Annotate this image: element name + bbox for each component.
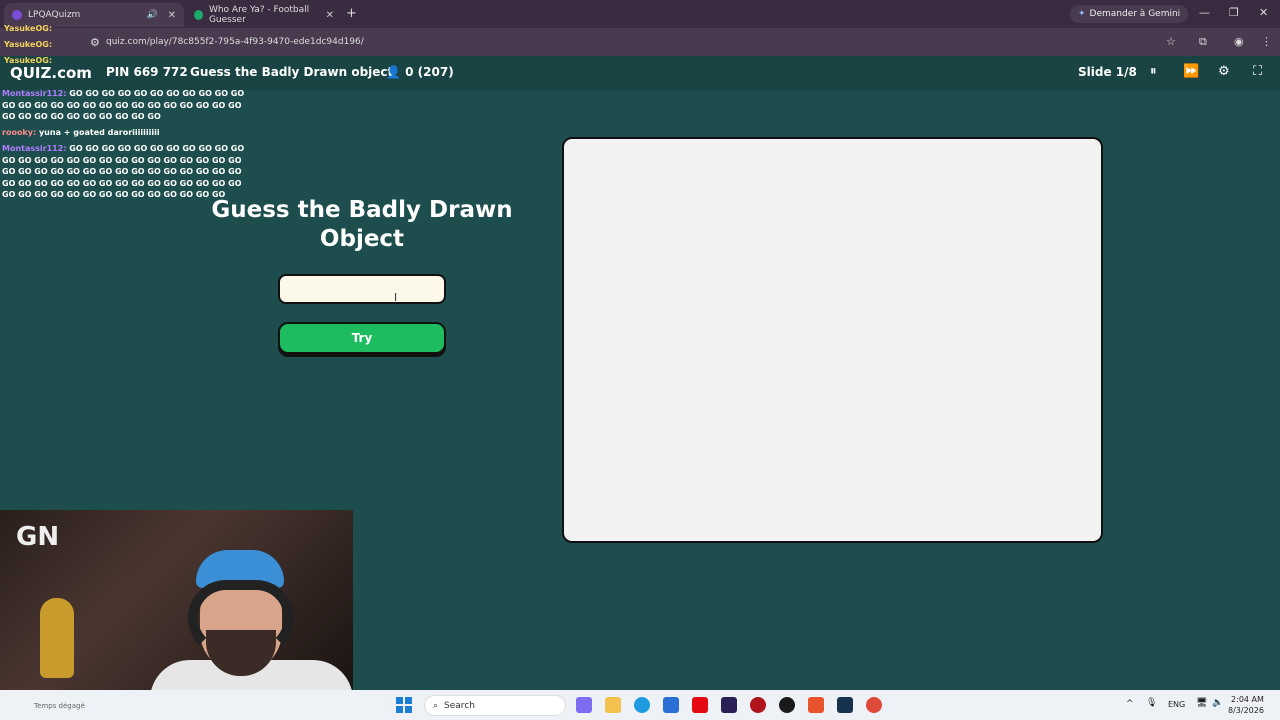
extensions-icon[interactable]: ⧉: [1199, 35, 1207, 49]
try-button[interactable]: Try: [278, 322, 446, 354]
network-icon[interactable]: 🖥: [1196, 698, 1207, 708]
chat-text: yuna + goated daroriiiiiiiiii: [38, 128, 160, 137]
photoshop-icon[interactable]: [721, 697, 737, 713]
tray-chevron-icon[interactable]: ^: [1126, 699, 1134, 709]
quiz-header: QUIZ.com PIN 669 772 Guess the Badly Dra…: [0, 56, 1280, 90]
chat-username: roooky:: [2, 128, 37, 137]
chat-top-user: YasukeOG:: [4, 56, 53, 65]
drawing-canvas: [562, 137, 1103, 543]
webcam-overlay: GN: [0, 510, 353, 690]
taskbar-clock[interactable]: 2:04 AM 8/3/2026: [1228, 694, 1264, 716]
gemini-button[interactable]: ✦ Demander à Gemini: [1070, 5, 1189, 23]
fullscreen-icon[interactable]: ⛶: [1253, 64, 1262, 79]
new-tab-button[interactable]: +: [346, 6, 357, 21]
question-heading: Guess the Badly Drawn Object: [211, 197, 513, 252]
clock-time: 2:04 AM: [1231, 695, 1264, 704]
game-pin: PIN 669 772: [106, 65, 188, 79]
headset-image: [188, 580, 294, 656]
chrome-icon[interactable]: [866, 697, 882, 713]
slide-counter: Slide 1/8: [1078, 65, 1137, 79]
upwork-icon[interactable]: [779, 697, 795, 713]
microphone-icon[interactable]: 🎙: [1146, 698, 1157, 708]
chat-username: Montassir112:: [2, 144, 67, 153]
close-tab-icon[interactable]: ✕: [168, 10, 176, 21]
search-label: Search: [444, 700, 475, 711]
url-text: quiz.com/play/78c855f2-795a-4f93-9470-ed…: [106, 37, 364, 47]
search-icon: ⌕: [433, 700, 439, 711]
close-tab-icon[interactable]: ✕: [326, 10, 334, 21]
chat-message: roooky: yuna + goated daroriiiiiiiiii: [2, 127, 250, 139]
taskbar-search[interactable]: ⌕ Search: [424, 695, 566, 716]
brave-icon[interactable]: [808, 697, 824, 713]
edge-icon[interactable]: [634, 697, 650, 713]
store-icon[interactable]: [663, 697, 679, 713]
quiz-logo[interactable]: QUIZ.com: [10, 64, 92, 82]
quiz-title: Guess the Badly Drawn object: [190, 65, 394, 79]
browser-tab-bar: LPQAQuizm 🔊 ✕ Who Are Ya? - Football Gue…: [0, 0, 1280, 28]
player-count: 👤 0 (207): [386, 65, 454, 79]
chat-message: Montassir112: GO GO GO GO GO GO GO GO GO…: [2, 88, 250, 123]
text-cursor-icon: I: [394, 291, 398, 304]
player-count-value: 0 (207): [405, 65, 454, 79]
speaker-icon[interactable]: 🔊: [147, 10, 158, 20]
chat-message: Montassir112: GO GO GO GO GO GO GO GO GO…: [2, 143, 250, 201]
tab-favicon: [12, 10, 22, 20]
minimize-icon[interactable]: —: [1199, 6, 1210, 19]
tab-football-guesser[interactable]: Who Are Ya? - Football Guesser ✕: [186, 3, 342, 27]
language-indicator[interactable]: ENG: [1168, 700, 1185, 709]
trophy-image: [40, 598, 74, 678]
settings-gear-icon[interactable]: ⚙: [1218, 64, 1230, 79]
gemini-label: Demander à Gemini: [1089, 9, 1181, 19]
site-info-icon[interactable]: ⚙: [90, 36, 100, 49]
volume-icon[interactable]: 🔈: [1212, 698, 1223, 708]
clock-date: 8/3/2026: [1228, 706, 1264, 715]
file-explorer-icon[interactable]: [605, 697, 621, 713]
netflix-icon[interactable]: [692, 697, 708, 713]
pause-icon[interactable]: ⏸: [1150, 64, 1157, 79]
streamer-logo: GN: [16, 522, 60, 552]
start-menu-icon[interactable]: [396, 697, 412, 713]
gemini-icon: ✦: [1078, 9, 1086, 19]
copilot-icon[interactable]: [576, 697, 592, 713]
chat-top-user: YasukeOG:: [4, 40, 53, 49]
person-icon: 👤: [386, 65, 401, 79]
restore-icon[interactable]: ❐: [1229, 6, 1239, 19]
tab-favicon: [194, 10, 203, 20]
answer-input[interactable]: [278, 274, 446, 304]
address-bar: ⚙ quiz.com/play/78c855f2-795a-4f93-9470-…: [0, 28, 1280, 56]
bookmark-star-icon[interactable]: ☆: [1166, 35, 1176, 48]
url-field[interactable]: ⚙ quiz.com/play/78c855f2-795a-4f93-9470-…: [88, 33, 1148, 51]
chat-top-user: YasukeOG:: [4, 24, 53, 33]
tab-label: LPQAQuizm: [28, 10, 81, 20]
chat-username: Montassir112:: [2, 89, 67, 98]
windows-taskbar: Temps dégagé ⌕ Search ^ 🎙 ENG 🖥 🔈 2:04 A…: [0, 690, 1280, 720]
profile-avatar-icon[interactable]: ◉: [1234, 35, 1244, 48]
app-icon[interactable]: [750, 697, 766, 713]
menu-kebab-icon[interactable]: ⋮: [1261, 35, 1272, 48]
tab-label: Who Are Ya? - Football Guesser: [208, 5, 310, 25]
close-window-icon[interactable]: ✕: [1259, 6, 1268, 19]
weather-caption: Temps dégagé: [34, 702, 85, 710]
skip-forward-icon[interactable]: ⏩: [1183, 64, 1199, 79]
steam-icon[interactable]: [837, 697, 853, 713]
